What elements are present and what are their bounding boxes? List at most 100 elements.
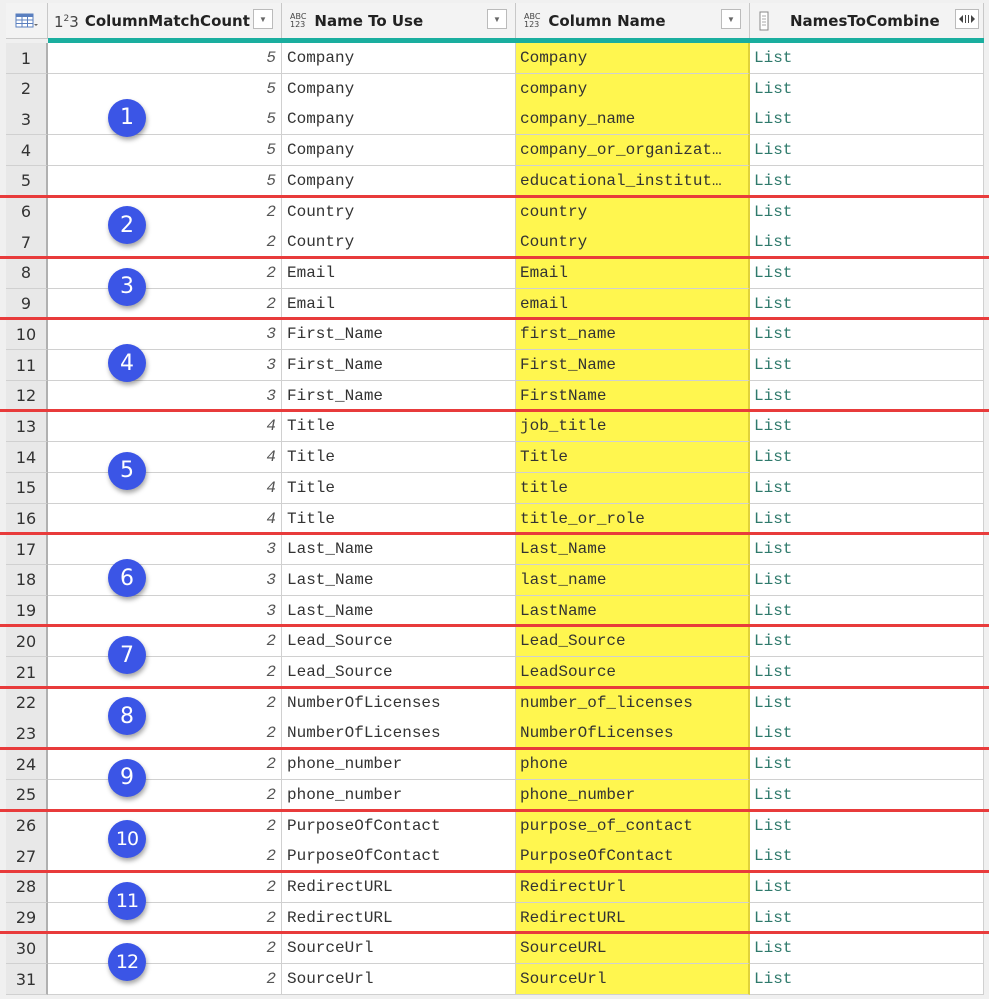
column-name-cell[interactable]: Email [516,257,750,289]
name-to-use-cell[interactable]: First_Name [282,319,516,351]
names-to-combine-list-link[interactable]: List [750,902,984,934]
names-to-combine-list-link[interactable]: List [750,779,984,811]
column-match-count-cell[interactable]: 2 [48,933,282,965]
column-header-namestocombine[interactable]: NamesToCombine [750,3,984,38]
column-name-cell[interactable]: job_title [516,411,750,443]
column-match-count-cell[interactable]: 2 [48,718,282,750]
row-number[interactable]: 19 [6,595,48,627]
names-to-combine-list-link[interactable]: List [750,135,984,167]
any-type-icon[interactable]: ABC 123 [524,12,540,29]
name-to-use-cell[interactable]: PurposeOfContact [282,841,516,873]
column-name-cell[interactable]: last_name [516,564,750,596]
row-number[interactable]: 28 [6,871,48,903]
row-number[interactable]: 23 [6,718,48,750]
column-name-cell[interactable]: First_Name [516,350,750,381]
names-to-combine-list-link[interactable]: List [750,257,984,289]
column-name-cell[interactable]: Lead_Source [516,626,750,658]
row-number[interactable]: 10 [6,319,48,351]
filter-dropdown-button[interactable]: ▼ [253,9,273,29]
name-to-use-cell[interactable]: PurposeOfContact [282,810,516,842]
row-number[interactable]: 3 [6,104,48,136]
column-match-count-cell[interactable]: 3 [48,564,282,596]
list-type-icon[interactable] [758,11,772,31]
column-name-cell[interactable]: Last_Name [516,534,750,566]
column-name-cell[interactable]: RedirectURL [516,902,750,934]
names-to-combine-list-link[interactable]: List [750,626,984,658]
column-match-count-cell[interactable]: 3 [48,595,282,627]
whole-number-type-icon[interactable]: 123 [54,14,79,30]
column-match-count-cell[interactable]: 2 [48,902,282,934]
row-number[interactable]: 4 [6,135,48,167]
name-to-use-cell[interactable]: Title [282,411,516,443]
name-to-use-cell[interactable]: Title [282,503,516,535]
row-number[interactable]: 16 [6,503,48,535]
name-to-use-cell[interactable]: Last_Name [282,534,516,566]
column-match-count-cell[interactable]: 2 [48,749,282,781]
names-to-combine-list-link[interactable]: List [750,810,984,842]
column-name-cell[interactable]: LeadSource [516,657,750,688]
column-match-count-cell[interactable]: 5 [48,43,282,74]
names-to-combine-list-link[interactable]: List [750,442,984,474]
row-number[interactable]: 5 [6,165,48,197]
row-number[interactable]: 9 [6,288,48,320]
name-to-use-cell[interactable]: NumberOfLicenses [282,718,516,750]
column-name-cell[interactable]: RedirectUrl [516,871,750,903]
row-number[interactable]: 13 [6,411,48,443]
name-to-use-cell[interactable]: Email [282,257,516,289]
column-name-cell[interactable]: NumberOfLicenses [516,718,750,750]
name-to-use-cell[interactable]: NumberOfLicenses [282,687,516,719]
column-match-count-cell[interactable]: 4 [48,411,282,443]
names-to-combine-list-link[interactable]: List [750,472,984,504]
name-to-use-cell[interactable]: Company [282,135,516,167]
any-type-icon[interactable]: ABC 123 [290,12,306,29]
names-to-combine-list-link[interactable]: List [750,933,984,965]
column-match-count-cell[interactable]: 4 [48,472,282,504]
name-to-use-cell[interactable]: Country [282,196,516,228]
row-number[interactable]: 6 [6,196,48,228]
column-name-cell[interactable]: Country [516,227,750,259]
names-to-combine-list-link[interactable]: List [750,288,984,320]
names-to-combine-list-link[interactable]: List [750,718,984,750]
expand-column-button[interactable] [955,9,979,29]
column-match-count-cell[interactable]: 3 [48,350,282,381]
name-to-use-cell[interactable]: First_Name [282,350,516,381]
names-to-combine-list-link[interactable]: List [750,165,984,197]
column-name-cell[interactable]: Title [516,442,750,474]
column-name-cell[interactable]: SourceURL [516,933,750,965]
names-to-combine-list-link[interactable]: List [750,841,984,873]
row-number[interactable]: 20 [6,626,48,658]
name-to-use-cell[interactable]: Country [282,227,516,259]
name-to-use-cell[interactable]: Lead_Source [282,657,516,688]
row-number[interactable]: 25 [6,779,48,811]
names-to-combine-list-link[interactable]: List [750,564,984,596]
name-to-use-cell[interactable]: SourceUrl [282,933,516,965]
names-to-combine-list-link[interactable]: List [750,411,984,443]
column-name-cell[interactable]: phone_number [516,779,750,811]
name-to-use-cell[interactable]: Company [282,43,516,74]
row-number[interactable]: 15 [6,472,48,504]
name-to-use-cell[interactable]: Company [282,104,516,136]
row-number[interactable]: 17 [6,534,48,566]
column-header-column-name[interactable]: ABC 123 Column Name ▼ [516,3,750,38]
column-name-cell[interactable]: country [516,196,750,228]
row-number[interactable]: 27 [6,841,48,873]
names-to-combine-list-link[interactable]: List [750,749,984,781]
row-number[interactable]: 29 [6,902,48,934]
column-match-count-cell[interactable]: 2 [48,810,282,842]
column-match-count-cell[interactable]: 5 [48,104,282,136]
column-name-cell[interactable]: number_of_licenses [516,687,750,719]
column-match-count-cell[interactable]: 3 [48,380,282,412]
names-to-combine-list-link[interactable]: List [750,503,984,535]
name-to-use-cell[interactable]: phone_number [282,749,516,781]
name-to-use-cell[interactable]: Title [282,472,516,504]
names-to-combine-list-link[interactable]: List [750,319,984,351]
filter-dropdown-button[interactable]: ▼ [721,9,741,29]
column-name-cell[interactable]: email [516,288,750,320]
names-to-combine-list-link[interactable]: List [750,350,984,381]
names-to-combine-list-link[interactable]: List [750,196,984,228]
filter-dropdown-button[interactable]: ▼ [487,9,507,29]
column-match-count-cell[interactable]: 2 [48,871,282,903]
column-match-count-cell[interactable]: 2 [48,687,282,719]
table-menu-button[interactable] [6,3,48,38]
row-number[interactable]: 26 [6,810,48,842]
